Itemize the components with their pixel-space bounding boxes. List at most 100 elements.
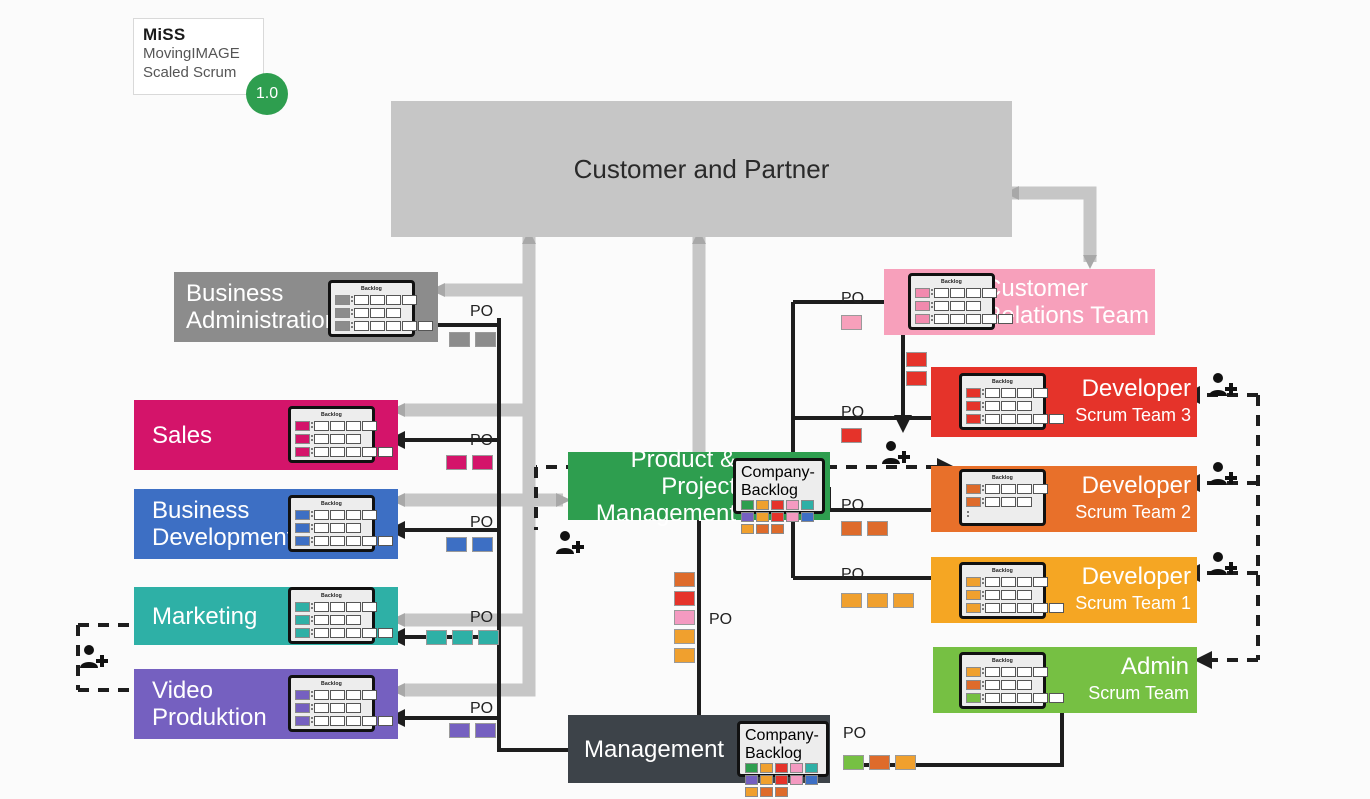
backlog-row xyxy=(966,483,1048,494)
developer-scrum-team-3-label-line1: Developer xyxy=(1081,375,1191,402)
backlog-row xyxy=(966,679,1039,690)
business-administration-label-line2: Administration xyxy=(186,307,339,334)
backlog-row xyxy=(335,320,433,331)
business-administration-backlog-board[interactable]: Backlog xyxy=(328,280,433,337)
marketing-label: Marketing xyxy=(152,602,258,630)
backlog-board-title: Backlog xyxy=(361,286,382,292)
backlog-board-title: Backlog xyxy=(321,501,342,507)
backlog-row xyxy=(295,535,393,546)
admin-scrum-team-label-line2: Scrum Team xyxy=(1088,683,1189,703)
developer-scrum-team-3-backlog-board[interactable]: Backlog xyxy=(959,373,1064,430)
po-label-developer-scrum-team-2: PO xyxy=(841,497,865,514)
backlog-row xyxy=(295,522,368,533)
backlog-board-title: Backlog xyxy=(321,412,342,418)
backlog-row xyxy=(966,509,1039,520)
backlog-row xyxy=(295,614,368,625)
backlog-row xyxy=(966,387,1048,398)
admin-scrum-team-backlog-board[interactable]: Backlog xyxy=(959,652,1064,709)
marketing-backlog-board[interactable]: Backlog xyxy=(288,587,393,644)
po-chips-customer-relations-team xyxy=(841,315,867,330)
sales-backlog-board[interactable]: Backlog xyxy=(288,406,393,463)
backlog-row xyxy=(966,576,1048,587)
logo-line-2: MovingIMAGE xyxy=(143,45,240,62)
developer-scrum-team-2-backlog-board[interactable]: Backlog xyxy=(959,469,1048,526)
backlog-row xyxy=(966,602,1064,613)
logo-name: MiSS xyxy=(143,25,186,44)
po-label-management: PO xyxy=(843,725,867,742)
customer-relations-team-label-line1: Customer xyxy=(984,275,1089,302)
backlog-board-title: Backlog xyxy=(992,568,1013,574)
business-development-backlog-board[interactable]: Backlog xyxy=(288,495,393,552)
person-add-icon xyxy=(1209,462,1237,485)
backlog-row xyxy=(966,400,1039,411)
product-project-management-label-line2: Management xyxy=(595,499,736,527)
backlog-board-title: Backlog xyxy=(941,279,962,285)
developer-scrum-team-2-label-line2: Scrum Team 2 xyxy=(1075,502,1191,522)
diagram-canvas: MiSS MovingIMAGE Scaled Scrum 1.0 Custom… xyxy=(0,0,1370,799)
sales-label: Sales xyxy=(152,421,213,449)
po-label-business-development: PO xyxy=(470,514,494,531)
po-chips-business-development xyxy=(446,537,498,552)
backlog-row xyxy=(295,689,377,700)
person-add-icon xyxy=(1209,552,1237,575)
po-label-video-produktion: PO xyxy=(470,700,494,717)
video-produktion-backlog-board[interactable]: Backlog xyxy=(288,675,393,732)
company-backlog-title: Company-Backlog xyxy=(745,727,819,762)
developer-scrum-team-1-backlog-board[interactable]: Backlog xyxy=(959,562,1064,619)
backlog-board-title: Backlog xyxy=(321,681,342,687)
person-add-icon xyxy=(882,441,910,464)
developer-scrum-team-3-label-line2: Scrum Team 3 xyxy=(1075,405,1191,425)
person-add-icon xyxy=(1209,373,1237,396)
product-project-management-company-backlog-board[interactable]: Company-Backlog xyxy=(733,458,825,534)
backlog-row xyxy=(966,589,1039,600)
logo-version-badge: 1.0 xyxy=(246,73,288,115)
company-backlog-grid xyxy=(741,500,819,536)
business-administration-label-line1: Business xyxy=(186,280,284,307)
person-add-icon xyxy=(556,531,584,554)
management-company-backlog-board[interactable]: Company-Backlog xyxy=(737,721,829,797)
backlog-row xyxy=(335,294,417,305)
developer-scrum-team-1-label-line1: Developer xyxy=(1081,563,1191,590)
po-label-developer-scrum-team-3: PO xyxy=(841,404,865,421)
customer-and-partner-label: Customer and Partner xyxy=(573,153,830,184)
po-label-sales: PO xyxy=(470,432,494,449)
backlog-row xyxy=(295,509,377,520)
po-chips-marketing xyxy=(426,630,504,645)
po-label-developer-scrum-team-1: PO xyxy=(841,566,865,583)
po-label-marketing: PO xyxy=(470,609,494,626)
developer-scrum-team-2-label-line1: Developer xyxy=(1081,472,1191,499)
backlog-row xyxy=(295,715,393,726)
backlog-board-title: Backlog xyxy=(992,658,1013,664)
logo-card: MiSS MovingIMAGE Scaled Scrum 1.0 xyxy=(133,18,288,115)
management-label: Management xyxy=(584,735,725,763)
po-label-business-administration: PO xyxy=(470,303,494,320)
backlog-row xyxy=(966,666,1048,677)
business-development-label-line1: Business xyxy=(152,497,250,524)
company-backlog-title: Company-Backlog xyxy=(741,464,815,499)
po-chips-video-produktion xyxy=(449,723,501,738)
backlog-row xyxy=(915,287,997,298)
po-label-product-project-management: PO xyxy=(709,611,733,628)
backlog-row xyxy=(295,601,377,612)
developer-scrum-team-1-label-line2: Scrum Team 1 xyxy=(1075,593,1191,613)
backlog-row xyxy=(966,692,1064,703)
po-chips-developer-scrum-team-1 xyxy=(841,593,919,608)
backlog-row xyxy=(966,496,1039,507)
backlog-board-title: Backlog xyxy=(992,379,1013,385)
po-chips-developer-scrum-team-3 xyxy=(841,428,867,443)
backlog-board-title: Backlog xyxy=(992,475,1013,481)
extra-chips-developer-scrum-team-3 xyxy=(906,352,927,390)
admin-scrum-team-label-line1: Admin xyxy=(1120,653,1189,680)
customer-relations-team-backlog-board[interactable]: Backlog xyxy=(908,273,1013,330)
backlog-row xyxy=(915,300,988,311)
backlog-row xyxy=(966,413,1064,424)
po-chips-product-project-management xyxy=(674,572,695,667)
backlog-row xyxy=(335,307,408,318)
customer-and-partner-box[interactable]: Customer and Partner xyxy=(391,101,1012,237)
logo-line-3: Scaled Scrum xyxy=(143,64,237,81)
company-backlog-grid xyxy=(745,763,823,799)
po-chips-business-administration xyxy=(449,332,501,347)
backlog-row xyxy=(295,420,377,431)
po-chips-management xyxy=(843,755,921,770)
po-chips-developer-scrum-team-2 xyxy=(841,521,893,536)
